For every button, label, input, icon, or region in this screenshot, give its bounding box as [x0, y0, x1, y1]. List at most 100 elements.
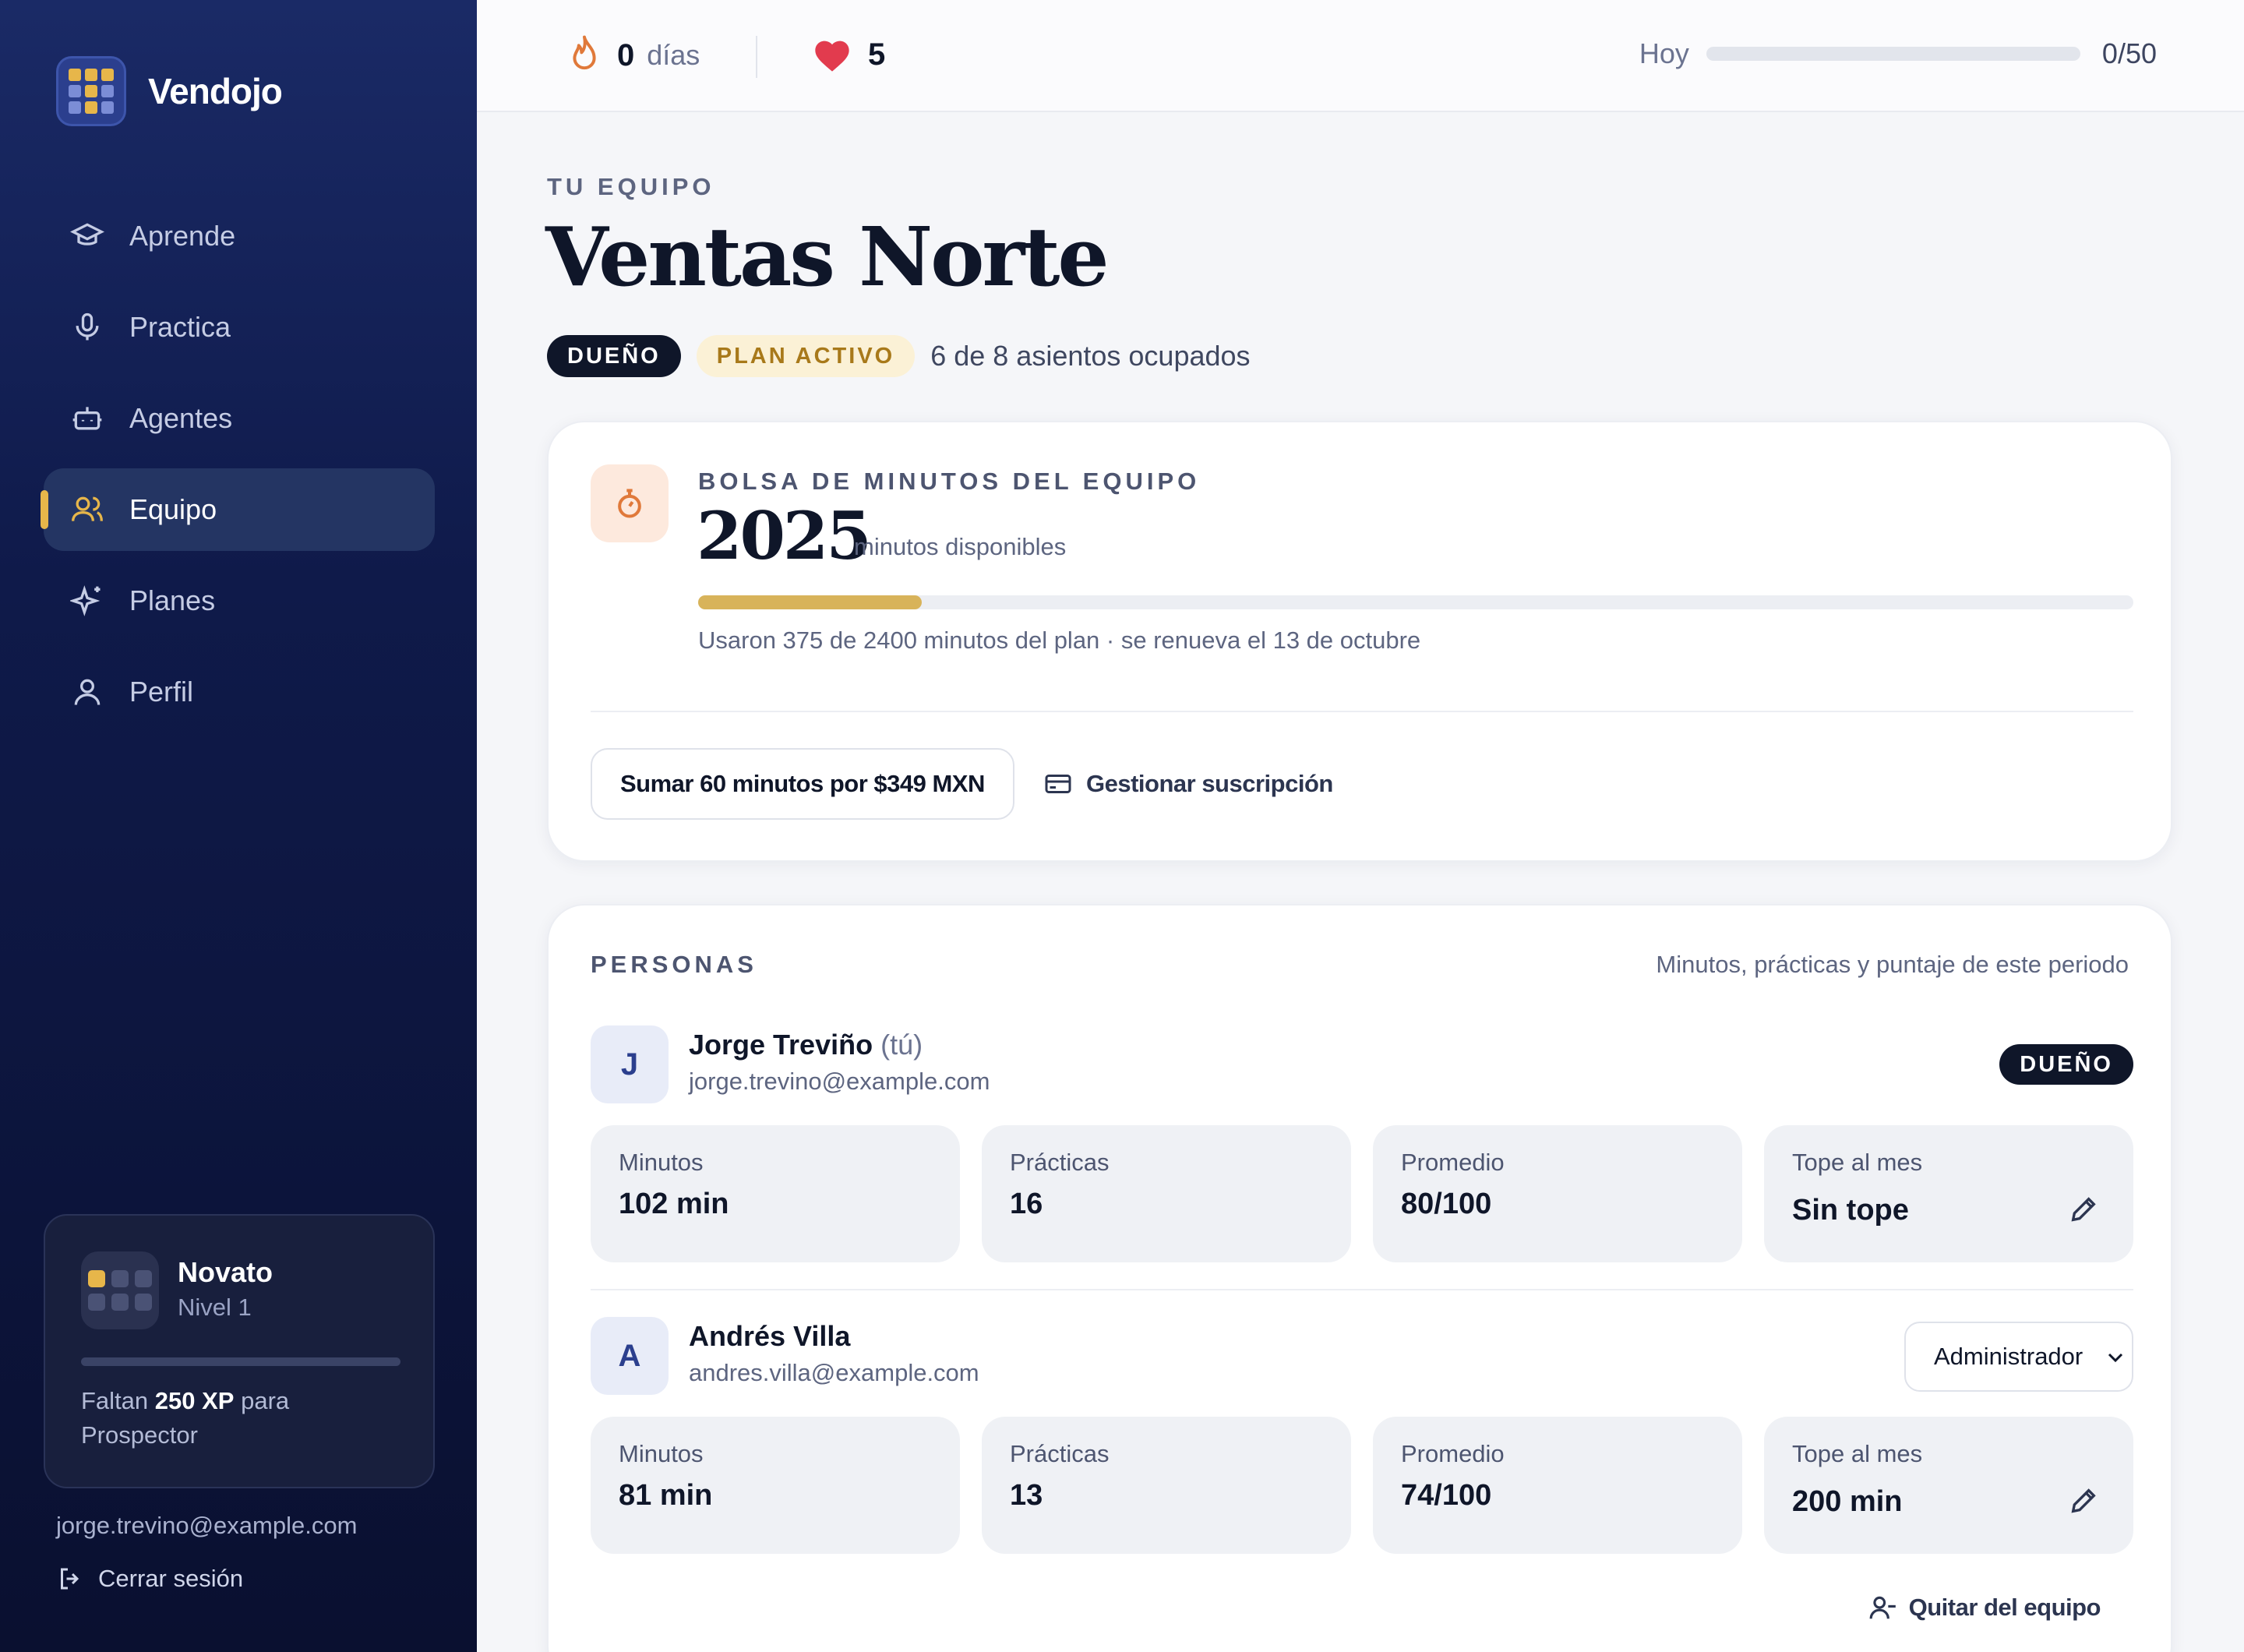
users-icon	[72, 496, 103, 521]
member-email: andres.villa@example.com	[689, 1359, 979, 1386]
user-minus-icon	[1869, 1596, 1896, 1619]
pencil-icon	[2071, 1197, 2096, 1222]
member-stats: Minutos 102 min Prácticas 16 Promedio 80…	[591, 1125, 2133, 1262]
stat-practices: Prácticas 13	[982, 1417, 1351, 1554]
daily-goal: Hoy 0/50	[1639, 37, 2157, 70]
stat-average: Promedio 80/100	[1373, 1125, 1742, 1262]
stat-value: 80/100	[1401, 1188, 1492, 1220]
manage-subscription-label: Gestionar suscripción	[1086, 770, 1333, 797]
stat-value: 81 min	[619, 1479, 713, 1512]
sparkles-icon	[70, 585, 101, 616]
stat-value: 102 min	[619, 1188, 729, 1220]
sidebar-item-label: Equipo	[129, 493, 217, 525]
brand[interactable]: Vendojo	[56, 56, 283, 126]
stat-label: Tope al mes	[1792, 1440, 1923, 1467]
sidebar-user-email: jorge.trevino@example.com	[56, 1512, 358, 1539]
avatar: J	[591, 1025, 669, 1103]
sidebar-item-perfil[interactable]: Perfil	[44, 651, 435, 733]
divider	[591, 1289, 2133, 1290]
flame-icon	[573, 35, 596, 70]
user-icon	[74, 679, 101, 705]
edit-cap-button[interactable]	[2068, 1194, 2099, 1225]
daily-goal-count: 0/50	[2101, 37, 2157, 69]
sidebar-item-label: Perfil	[129, 676, 194, 708]
hearts-count: 5	[868, 37, 886, 72]
stat-label: Tope al mes	[1792, 1149, 1923, 1176]
heart-icon	[815, 41, 849, 72]
level-subtitle: Nivel 1	[178, 1294, 252, 1321]
plan-status-badge: PLAN ACTIVO	[696, 335, 916, 377]
logout-label: Cerrar sesión	[98, 1565, 244, 1592]
logout-icon	[61, 1568, 79, 1590]
sidebar-item-label: Aprende	[129, 220, 236, 252]
sidebar-nav: Aprende Practica Agentes Equipo Planes P…	[41, 195, 435, 742]
member-role-badge: DUEÑO	[1999, 1044, 2133, 1085]
pool-minutes-unit: minutos disponibles	[854, 533, 1067, 560]
stat-value: 16	[1010, 1188, 1043, 1220]
level-note-prefix: Faltan	[81, 1387, 149, 1414]
pool-label: BOLSA DE MINUTOS DEL EQUIPO	[698, 468, 1201, 495]
pool-minutes-value: 2025	[697, 497, 872, 574]
level-note: Faltan 250 XP para Prospector	[81, 1384, 400, 1453]
member-email: jorge.trevino@example.com	[689, 1068, 990, 1095]
sidebar-item-label: Planes	[129, 584, 216, 616]
seats-count: 6 de 8 asientos ocupados	[930, 340, 1251, 372]
stat-value: 74/100	[1401, 1479, 1492, 1512]
level-card: Novato Nivel 1 Faltan 250 XP para Prospe…	[44, 1214, 435, 1488]
stat-practices: Prácticas 16	[982, 1125, 1351, 1262]
member-stats: Minutos 81 min Prácticas 13 Promedio 74/…	[591, 1417, 2133, 1554]
pool-usage-bar	[698, 595, 2133, 609]
member-name-text: Andrés Villa	[689, 1320, 851, 1352]
remove-member-label: Quitar del equipo	[1908, 1594, 2101, 1621]
sidebar: Vendojo Aprende Practica Agentes Equipo …	[0, 0, 477, 1652]
member-you-tag: (tú)	[880, 1029, 923, 1061]
sidebar-item-label: Practica	[129, 311, 231, 343]
streak-counter[interactable]: 0 días	[567, 34, 700, 76]
edit-cap-button[interactable]	[2068, 1485, 2099, 1516]
credit-card-icon	[1045, 775, 1071, 793]
sidebar-item-equipo[interactable]: Equipo	[41, 468, 435, 551]
sidebar-item-planes[interactable]: Planes	[44, 559, 435, 642]
manage-subscription-button[interactable]: Gestionar suscripción	[1044, 748, 1333, 820]
divider	[591, 711, 2133, 712]
stat-minutes: Minutos 102 min	[591, 1125, 960, 1262]
daily-goal-progress-bar	[1706, 47, 2080, 61]
topbar: 0 días 5 Hoy 0/50	[477, 0, 2244, 112]
graduation-cap-icon	[70, 223, 104, 245]
stat-value: 13	[1010, 1479, 1043, 1512]
stat-label: Promedio	[1401, 1440, 1505, 1467]
stat-minutes: Minutos 81 min	[591, 1417, 960, 1554]
member-name-text: Jorge Treviño	[689, 1029, 873, 1061]
sidebar-item-agentes[interactable]: Agentes	[44, 377, 435, 460]
hearts-counter[interactable]: 5	[812, 36, 885, 73]
microphone-icon	[76, 312, 99, 341]
pool-usage-note: Usaron 375 de 2400 minutos del plan · se…	[698, 627, 1421, 654]
streak-count: 0	[617, 37, 635, 72]
chevron-down-icon	[2108, 1353, 2123, 1363]
avatar: A	[591, 1317, 669, 1395]
stat-label: Prácticas	[1010, 1440, 1110, 1467]
member-role-select[interactable]: Administrador	[1904, 1322, 2133, 1392]
sidebar-item-practica[interactable]: Practica	[44, 286, 435, 369]
daily-goal-label: Hoy	[1639, 37, 1689, 69]
level-progress-bar	[81, 1357, 400, 1366]
sidebar-item-label: Agentes	[129, 402, 233, 434]
level-icon	[81, 1251, 159, 1329]
buy-minutes-button[interactable]: Sumar 60 minutos por $349 MXN	[591, 748, 1014, 820]
minutes-pool-card: BOLSA DE MINUTOS DEL EQUIPO 2025 minutos…	[547, 421, 2172, 862]
level-title: Novato	[178, 1256, 273, 1288]
pencil-icon	[2071, 1488, 2096, 1513]
stat-value: 200 min	[1792, 1485, 1903, 1518]
stat-monthly-cap: Tope al mes 200 min	[1764, 1417, 2133, 1554]
team-badges: DUEÑO PLAN ACTIVO 6 de 8 asientos ocupad…	[547, 335, 1251, 377]
stat-label: Minutos	[619, 1149, 704, 1176]
member-name: Andrés Villa	[689, 1320, 850, 1353]
member-role-value: Administrador	[1934, 1343, 2083, 1370]
stat-value: Sin tope	[1792, 1194, 1909, 1227]
sidebar-item-aprende[interactable]: Aprende	[44, 195, 435, 277]
member-name: Jorge Treviño (tú)	[689, 1029, 923, 1061]
logout-button[interactable]: Cerrar sesión	[56, 1565, 243, 1593]
stat-label: Promedio	[1401, 1149, 1505, 1176]
streak-label: días	[647, 39, 700, 71]
remove-member-button[interactable]: Quitar del equipo	[1868, 1593, 2101, 1622]
